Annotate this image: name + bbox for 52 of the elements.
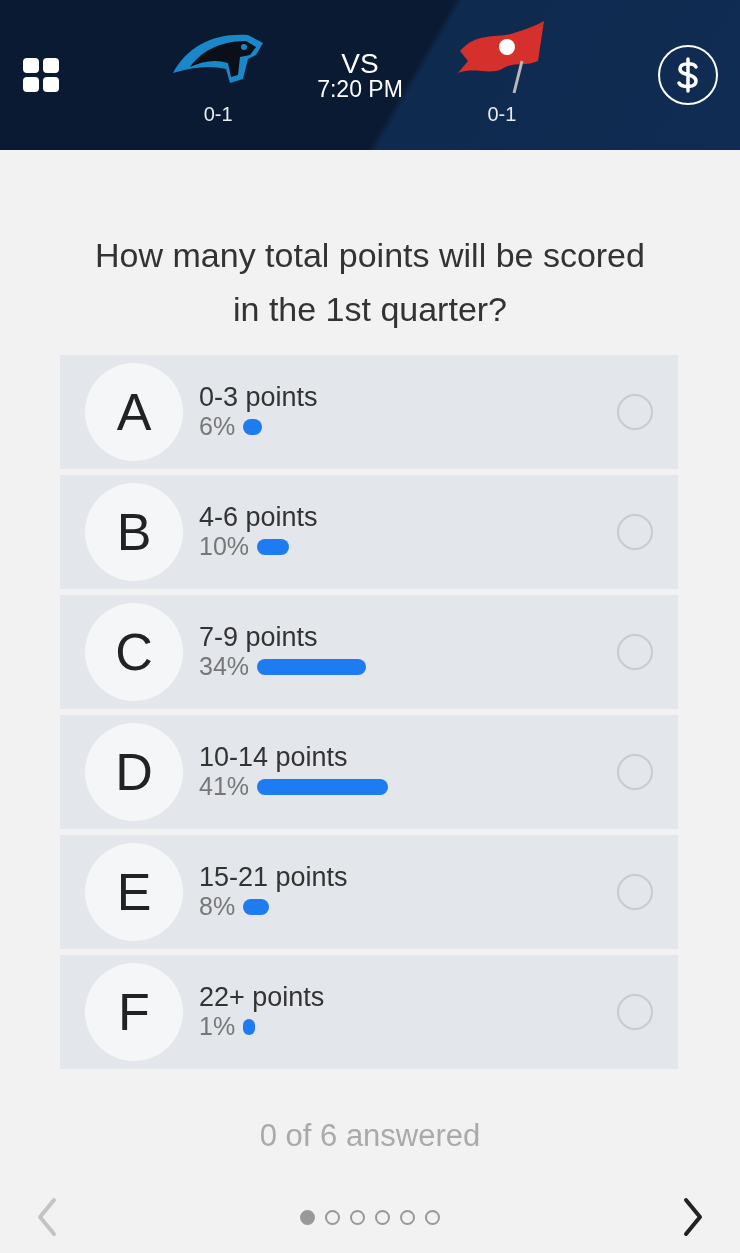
option-label: 4-6 points <box>199 503 319 533</box>
percent-label: 41% <box>199 772 250 801</box>
percent-label: 6% <box>199 412 236 441</box>
team-record: 0-1 <box>203 102 233 127</box>
dollar-button[interactable] <box>658 45 718 105</box>
versus-label: VS <box>341 49 379 78</box>
option-label: 0-3 points <box>199 383 319 413</box>
progress-text: 0 of 6 answered <box>258 1116 482 1155</box>
option-label: 22+ points <box>199 983 326 1013</box>
option-letter: D <box>85 722 183 821</box>
vote-bar <box>243 418 263 435</box>
chevron-left-icon <box>36 1197 58 1238</box>
answer-option[interactable]: F 22+ points 1% <box>60 954 678 1069</box>
menu-button[interactable] <box>22 55 62 95</box>
answer-option[interactable]: B 4-6 points 10% <box>60 474 678 589</box>
answer-option[interactable]: D 10-14 points 41% <box>60 714 678 829</box>
page-dot[interactable] <box>350 1209 365 1225</box>
percent-label: 34% <box>199 652 250 681</box>
percent-label: 8% <box>199 892 236 921</box>
dollar-icon <box>676 57 700 93</box>
answer-option[interactable]: E 15-21 points 8% <box>60 834 678 949</box>
option-letter: F <box>85 962 183 1061</box>
radio-button[interactable] <box>617 753 653 790</box>
page-dot[interactable] <box>400 1209 415 1225</box>
page-dot[interactable] <box>375 1209 390 1225</box>
page-dot[interactable] <box>425 1209 440 1225</box>
option-label: 7-9 points <box>199 623 319 653</box>
grid-icon <box>22 55 62 95</box>
option-letter: A <box>85 362 183 461</box>
radio-button[interactable] <box>617 633 653 670</box>
radio-button[interactable] <box>617 513 653 550</box>
answer-option[interactable]: C 7-9 points 34% <box>60 594 678 709</box>
radio-button[interactable] <box>617 993 653 1030</box>
answer-option[interactable]: A 0-3 points 6% <box>60 354 678 469</box>
game-time: 7:20 PM <box>317 77 403 101</box>
page-dot[interactable] <box>325 1209 340 1225</box>
percent-label: 1% <box>199 1012 236 1041</box>
option-label: 15-21 points <box>199 863 349 893</box>
percent-label: 10% <box>199 532 250 561</box>
vote-bar <box>243 898 269 915</box>
option-label: 10-14 points <box>199 743 349 773</box>
option-letter: B <box>85 482 183 581</box>
option-letter: C <box>85 602 183 701</box>
vote-bar <box>257 538 290 555</box>
radio-button[interactable] <box>617 873 653 910</box>
chevron-right-icon <box>682 1197 704 1238</box>
team-record: 0-1 <box>487 102 517 127</box>
vote-bar <box>243 1018 256 1035</box>
page-dot[interactable] <box>300 1209 315 1225</box>
question-text: How many total points will be scored in the 1st quarter? <box>94 235 646 331</box>
radio-button[interactable] <box>617 393 653 430</box>
option-letter: E <box>85 842 183 941</box>
